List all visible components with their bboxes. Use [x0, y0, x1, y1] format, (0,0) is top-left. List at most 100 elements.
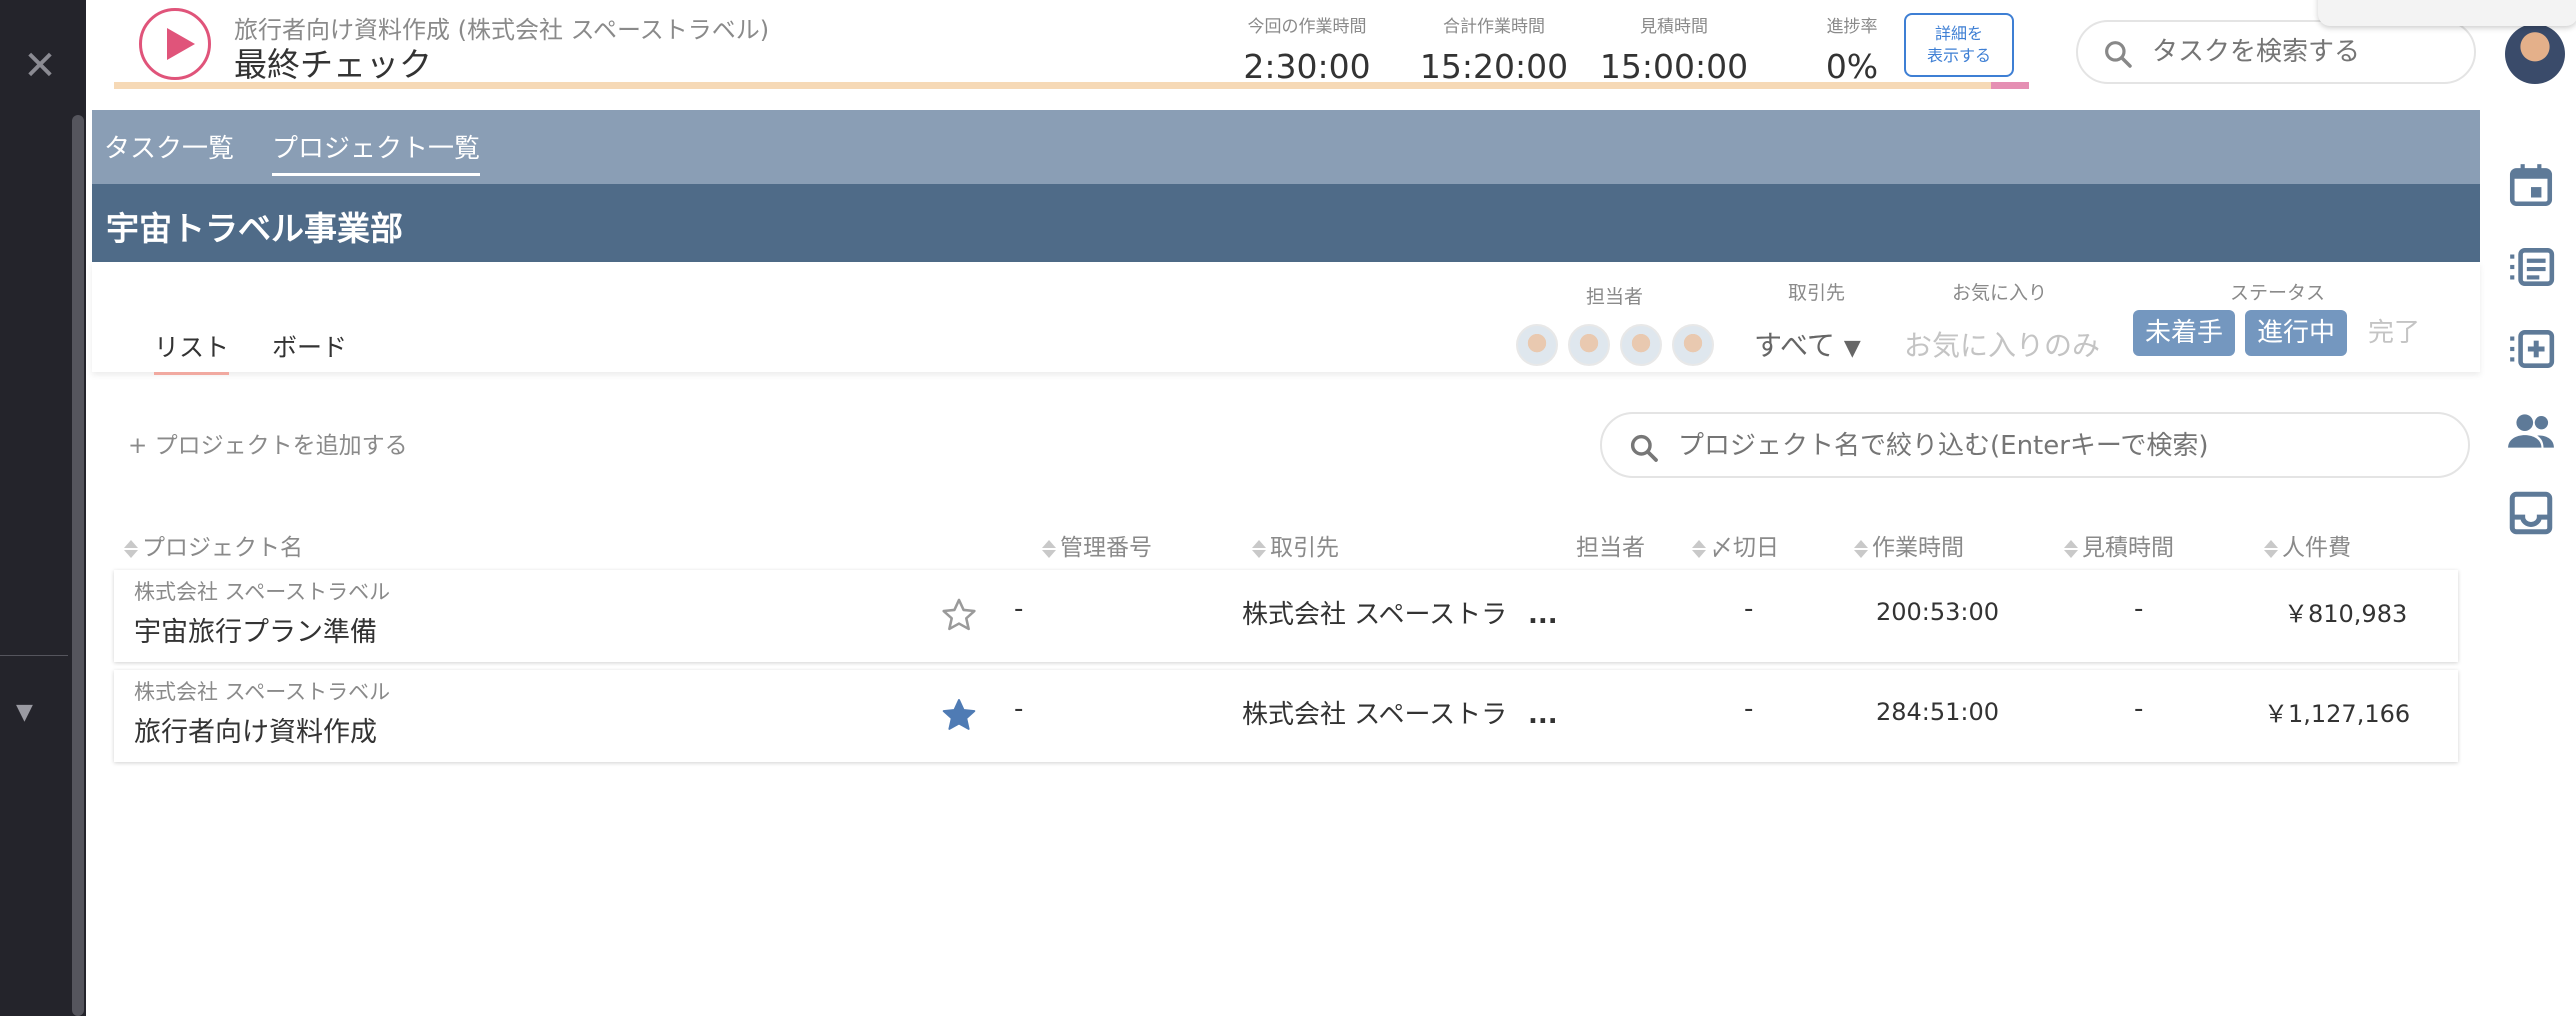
col-header-label: 〆切日	[1710, 535, 1779, 561]
main-content: タスク一覧 プロジェクト一覧 宇宙トラベル事業部 リスト ボード 担当者 取引先…	[92, 110, 2480, 1016]
client-filter-value: すべて	[1754, 329, 1835, 362]
favorite-filter-toggle[interactable]: お気に入りのみ	[1904, 324, 2100, 364]
task-search-input[interactable]	[2152, 32, 2452, 72]
stat-label: 見積時間	[1640, 17, 1708, 37]
sort-icon	[1042, 538, 1056, 560]
task-list-icon[interactable]	[2506, 242, 2556, 292]
col-header-estimate[interactable]: 見積時間	[2064, 528, 2174, 562]
col-header-labor-cost[interactable]: 人件費	[2264, 528, 2351, 562]
assignee-avatar[interactable]	[1516, 324, 1558, 366]
assignee-avatar[interactable]	[1620, 324, 1662, 366]
task-search-box[interactable]	[2076, 20, 2476, 84]
left-sidebar: ✕ ▼	[0, 0, 86, 1016]
nav-tabs: タスク一覧 プロジェクト一覧	[92, 110, 2480, 184]
user-avatar[interactable]	[2505, 24, 2565, 84]
stat-current-time: 今回の作業時間 2:30:00	[1212, 12, 1402, 86]
sidebar-divider	[0, 655, 68, 656]
search-icon	[2105, 41, 2132, 68]
star-icon[interactable]	[940, 596, 978, 634]
assignee-avatar[interactable]	[1568, 324, 1610, 366]
show-details-label-2: 表示する	[1926, 46, 1991, 65]
add-task-icon[interactable]	[2506, 324, 2556, 374]
sort-icon	[2064, 538, 2078, 560]
col-header-label: 管理番号	[1060, 535, 1152, 561]
status-in-progress-chip[interactable]: 進行中	[2245, 310, 2347, 356]
stat-label: 進捗率	[1826, 17, 1878, 37]
row-deadline: -	[1744, 594, 1754, 624]
stat-value: 15:00:00	[1599, 47, 1749, 86]
table-row[interactable]: 株式会社 スペーストラベル 旅行者向け資料作成 - 株式会社 スペーストラ ..…	[114, 670, 2458, 762]
col-header-label: 作業時間	[1872, 535, 1964, 561]
people-icon[interactable]	[2506, 406, 2556, 456]
row-code: -	[1014, 594, 1024, 624]
progress-bar-end	[1991, 82, 2029, 89]
task-title: 最終チェック	[234, 45, 432, 84]
row-work-time: 200:53:00	[1876, 598, 2000, 626]
table-row[interactable]: 株式会社 スペーストラベル 宇宙旅行プラン準備 - 株式会社 スペーストラ ..…	[114, 570, 2458, 662]
row-deadline: -	[1744, 694, 1754, 724]
project-search-input[interactable]	[1678, 426, 2448, 466]
stat-estimate: 見積時間 15:00:00	[1579, 12, 1769, 86]
assignee-avatar[interactable]	[1672, 324, 1714, 366]
row-project-name: 宇宙旅行プラン準備	[134, 617, 377, 648]
col-header-assignee[interactable]: 担当者	[1576, 528, 1645, 562]
row-project-name: 旅行者向け資料作成	[134, 717, 377, 748]
sidebar-scrollbar[interactable]	[72, 115, 84, 1016]
sort-icon	[1854, 538, 1868, 560]
status-not-started-chip[interactable]: 未着手	[2133, 310, 2235, 356]
stat-value: 2:30:00	[1243, 47, 1371, 86]
row-labor-cost: ￥1,127,166	[2264, 700, 2411, 728]
favorite-filter-label: お気に入り	[1952, 282, 2048, 304]
stat-progress: 進捗率 0%	[1792, 12, 1912, 86]
star-icon[interactable]	[940, 696, 978, 734]
row-work-time: 284:51:00	[1876, 698, 2000, 726]
row-client-small: 株式会社 スペーストラベル	[134, 680, 391, 704]
tab-list-view[interactable]: リスト	[154, 328, 230, 375]
row-client: 株式会社 スペーストラ	[1242, 700, 1508, 730]
status-filter-label: ステータス	[2230, 282, 2326, 304]
col-header-deadline[interactable]: 〆切日	[1692, 528, 1779, 562]
project-search-box[interactable]	[1600, 412, 2470, 478]
col-header-code[interactable]: 管理番号	[1042, 528, 1152, 562]
department-title: 宇宙トラベル事業部	[106, 209, 403, 248]
row-labor-cost: ￥810,983	[2284, 600, 2408, 628]
stat-total-time: 合計作業時間 15:20:00	[1399, 12, 1589, 86]
add-project-button[interactable]: + プロジェクトを追加する	[128, 426, 408, 460]
row-client-more: ...	[1528, 700, 1558, 730]
assignee-filter-label: 担当者	[1586, 286, 1644, 308]
stat-value: 0%	[1825, 47, 1879, 86]
filter-area: リスト ボード 担当者 取引先 すべて ▼ お気に入り お気に入りのみ ステータ…	[92, 262, 2480, 375]
row-code: -	[1014, 694, 1024, 724]
app-root: ✕ ▼ 旅行者向け資料作成 (株式会社 スペーストラベル) 最終チェック 今回の…	[0, 0, 2576, 1016]
col-header-work-time[interactable]: 作業時間	[1854, 528, 1964, 562]
tab-project-list[interactable]: プロジェクト一覧	[272, 128, 481, 176]
collapse-arrow-icon[interactable]: ▼	[16, 700, 33, 725]
sort-icon	[1692, 538, 1706, 560]
task-progress-bar	[114, 82, 2029, 89]
sort-icon	[2264, 538, 2278, 560]
status-done-chip[interactable]: 完了	[2354, 310, 2434, 356]
inbox-icon[interactable]	[2506, 488, 2556, 538]
play-icon[interactable]	[139, 8, 211, 80]
col-header-label: 担当者	[1576, 535, 1645, 561]
calendar-icon[interactable]	[2506, 160, 2556, 210]
tab-task-list[interactable]: タスク一覧	[104, 128, 234, 165]
search-icon	[1630, 434, 1658, 462]
col-header-client[interactable]: 取引先	[1252, 528, 1339, 562]
row-client: 株式会社 スペーストラ	[1242, 600, 1508, 630]
right-icon-rail	[2480, 110, 2576, 1016]
tab-board-view[interactable]: ボード	[272, 328, 347, 364]
stat-label: 合計作業時間	[1443, 17, 1545, 37]
client-filter-dropdown[interactable]: すべて ▼	[1754, 324, 1861, 364]
col-header-project-name[interactable]: プロジェクト名	[124, 528, 303, 562]
sort-icon	[124, 538, 138, 560]
dropdown-arrow-icon: ▼	[1843, 336, 1861, 361]
row-client-small: 株式会社 スペーストラベル	[134, 580, 391, 604]
show-details-button[interactable]: 詳細を 表示する	[1904, 13, 2014, 77]
col-header-label: プロジェクト名	[142, 535, 303, 561]
department-bar: 宇宙トラベル事業部	[92, 184, 2480, 262]
row-estimate: -	[2134, 694, 2144, 724]
close-icon[interactable]: ✕	[22, 46, 58, 86]
col-header-label: 取引先	[1270, 535, 1339, 561]
show-details-label-1: 詳細を	[1934, 24, 1983, 43]
